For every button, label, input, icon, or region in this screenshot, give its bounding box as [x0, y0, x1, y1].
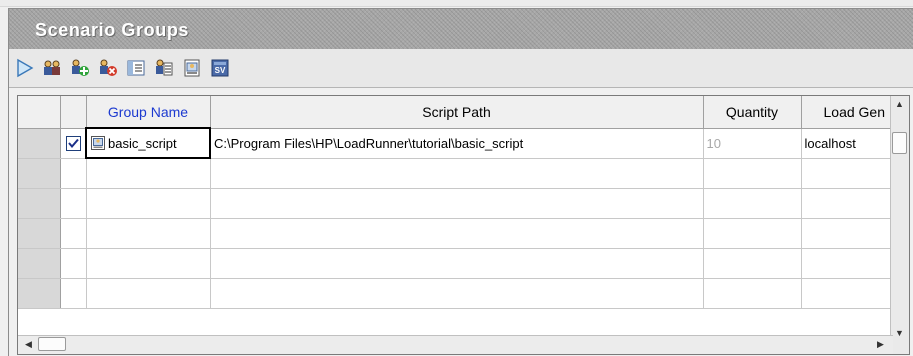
script-icon[interactable]: [181, 57, 203, 79]
quantity-cell[interactable]: 10: [703, 128, 802, 159]
empty-cell[interactable]: [60, 158, 87, 189]
svg-text:SV: SV: [215, 66, 226, 75]
table-row[interactable]: basic_script C:\Program Files\HP\LoadRun…: [18, 127, 898, 159]
horizontal-scroll-thumb[interactable]: [38, 337, 66, 351]
empty-cell[interactable]: [210, 158, 704, 189]
table-row[interactable]: [18, 248, 898, 279]
empty-cell[interactable]: [703, 218, 802, 249]
add-group-icon[interactable]: [69, 57, 91, 79]
grid-table: Group Name Script Path Quantity Load Gen: [18, 96, 898, 309]
remove-group-icon[interactable]: [97, 57, 119, 79]
row-header[interactable]: [18, 158, 61, 189]
script-path-header[interactable]: Script Path: [210, 96, 704, 129]
row-header[interactable]: [18, 128, 61, 159]
empty-cell[interactable]: [60, 218, 87, 249]
row-header[interactable]: [18, 218, 61, 249]
empty-cell[interactable]: [60, 248, 87, 279]
details-icon[interactable]: [125, 57, 147, 79]
scenario-groups-panel: Scenario Groups SV Group Name Script Pat…: [8, 8, 913, 356]
row-header-corner: [18, 96, 61, 129]
play-icon[interactable]: [13, 57, 35, 79]
row-header[interactable]: [18, 188, 61, 219]
grid-header-row: Group Name Script Path Quantity Load Gen: [18, 96, 898, 129]
quantity-header[interactable]: Quantity: [703, 96, 802, 129]
script-path-cell[interactable]: C:\Program Files\HP\LoadRunner\tutorial\…: [210, 128, 704, 159]
empty-cell[interactable]: [801, 218, 898, 249]
table-row[interactable]: [18, 278, 898, 309]
empty-cell[interactable]: [703, 278, 802, 309]
empty-cell[interactable]: [801, 248, 898, 279]
enable-checkbox[interactable]: [65, 136, 81, 151]
top-strip: [0, 0, 913, 7]
panel-title: Scenario Groups: [35, 20, 190, 40]
row-header[interactable]: [18, 248, 61, 279]
load-gen-header[interactable]: Load Gen: [801, 96, 898, 129]
check-column-header: [60, 96, 87, 129]
enable-checkbox-cell[interactable]: [60, 128, 87, 159]
empty-cell[interactable]: [86, 218, 211, 249]
panel-title-bar: Scenario Groups: [9, 9, 913, 49]
empty-cell[interactable]: [703, 158, 802, 189]
view-script-icon[interactable]: [153, 57, 175, 79]
empty-cell[interactable]: [60, 278, 87, 309]
empty-cell[interactable]: [801, 278, 898, 309]
empty-cell[interactable]: [86, 248, 211, 279]
empty-cell[interactable]: [801, 158, 898, 189]
vertical-scroll-thumb[interactable]: [892, 132, 907, 154]
empty-cell[interactable]: [86, 278, 211, 309]
group-name-cell[interactable]: basic_script: [85, 127, 211, 159]
group-name-text: basic_script: [108, 136, 177, 151]
empty-cell[interactable]: [60, 188, 87, 219]
scenario-groups-grid[interactable]: Group Name Script Path Quantity Load Gen: [17, 95, 910, 355]
table-row[interactable]: [18, 218, 898, 249]
row-header[interactable]: [18, 278, 61, 309]
scroll-left-icon[interactable]: ◀: [20, 336, 37, 353]
empty-cell[interactable]: [801, 188, 898, 219]
scroll-up-icon[interactable]: ▲: [891, 96, 908, 113]
load-gen-cell[interactable]: localhost: [801, 128, 898, 159]
empty-cell[interactable]: [703, 248, 802, 279]
vertical-scrollbar[interactable]: ▲ ▼: [890, 96, 909, 354]
empty-cell[interactable]: [210, 248, 704, 279]
scroll-right-icon[interactable]: ▶: [872, 336, 889, 353]
users-icon[interactable]: [41, 57, 63, 79]
script-icon: [90, 135, 106, 151]
sv-icon[interactable]: SV: [209, 57, 231, 79]
scroll-down-icon[interactable]: ▼: [891, 325, 908, 342]
table-row[interactable]: [18, 188, 898, 219]
table-row[interactable]: [18, 158, 898, 189]
empty-cell[interactable]: [86, 158, 211, 189]
empty-cell[interactable]: [210, 278, 704, 309]
empty-cell[interactable]: [210, 218, 704, 249]
toolbar: SV: [9, 49, 913, 88]
group-name-header[interactable]: Group Name: [86, 96, 211, 129]
horizontal-scrollbar[interactable]: ◀ ▶: [18, 335, 893, 354]
empty-cell[interactable]: [210, 188, 704, 219]
empty-cell[interactable]: [703, 188, 802, 219]
empty-cell[interactable]: [86, 188, 211, 219]
